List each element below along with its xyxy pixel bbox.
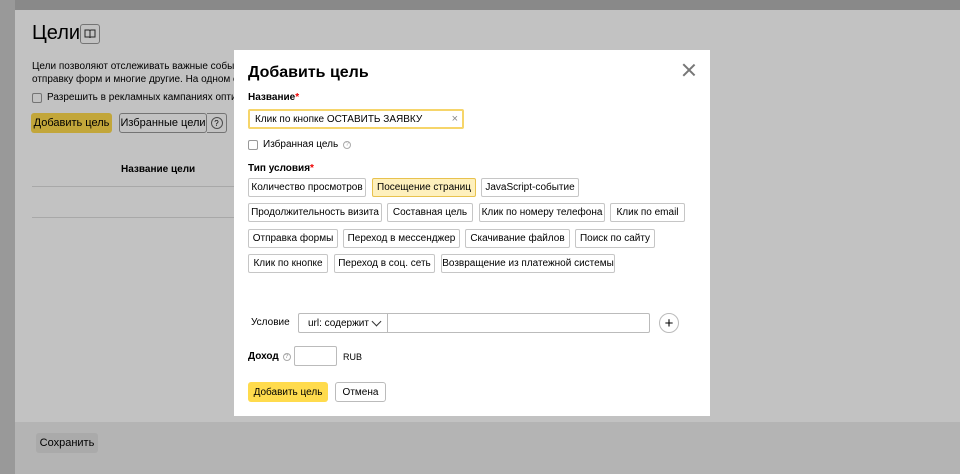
condition-type-chip[interactable]: Клик по кнопке bbox=[248, 254, 328, 273]
condition-type-chip[interactable]: Отправка формы bbox=[248, 229, 338, 248]
condition-type-chip[interactable]: Переход в мессенджер bbox=[343, 229, 460, 248]
info-icon[interactable]: ? bbox=[282, 352, 291, 361]
condition-type-chip[interactable]: Поиск по сайту bbox=[575, 229, 655, 248]
condition-type-chip[interactable]: Продолжительность визита bbox=[248, 203, 382, 222]
condition-type-chip[interactable]: Переход в соц. сеть bbox=[334, 254, 435, 273]
income-input[interactable] bbox=[294, 346, 337, 366]
condition-type-chip[interactable]: Составная цель bbox=[387, 203, 473, 222]
condition-type-label-text: Тип условия bbox=[248, 163, 311, 174]
info-icon[interactable]: ? bbox=[343, 140, 352, 149]
condition-type-chip[interactable]: JavaScript-событие bbox=[481, 178, 579, 197]
condition-type-chip[interactable]: Возвращение из платежной системы bbox=[441, 254, 615, 273]
currency-label: RUB bbox=[343, 352, 363, 362]
favorite-goal-checkbox[interactable] bbox=[248, 139, 258, 150]
close-icon[interactable] bbox=[682, 63, 696, 77]
condition-type-chip[interactable]: Посещение страниц bbox=[372, 178, 476, 197]
condition-value-input[interactable] bbox=[387, 313, 650, 333]
favorite-goal-row[interactable]: Избранная цель ? bbox=[248, 139, 352, 150]
goal-name-value: Клик по кнопке ОСТАВИТЬ ЗАЯВКУ bbox=[255, 113, 423, 125]
condition-operator-select[interactable]: url: содержит bbox=[298, 313, 388, 333]
income-label: Доход bbox=[248, 351, 279, 362]
add-condition-button[interactable]: + bbox=[659, 313, 679, 333]
condition-type-chip[interactable]: Скачивание файлов bbox=[465, 229, 570, 248]
name-label: Название* bbox=[248, 92, 299, 103]
condition-type-label: Тип условия* bbox=[248, 163, 314, 174]
chevron-down-icon bbox=[371, 316, 382, 327]
modal-title: Добавить цель bbox=[248, 64, 369, 81]
name-label-text: Название bbox=[248, 92, 296, 103]
goal-name-input[interactable]: Клик по кнопке ОСТАВИТЬ ЗАЯВКУ × bbox=[248, 109, 464, 129]
condition-type-chip[interactable]: Клик по номеру телефона bbox=[479, 203, 605, 222]
add-goal-modal: Добавить цель Название* Клик по кнопке О… bbox=[234, 50, 710, 416]
income-label-row: Доход ? bbox=[248, 351, 291, 362]
required-mark: * bbox=[295, 92, 300, 103]
condition-type-chip[interactable]: Клик по email bbox=[610, 203, 685, 222]
condition-type-chip[interactable]: Количество просмотров bbox=[248, 178, 366, 197]
condition-label: Условие bbox=[251, 317, 290, 328]
cancel-button[interactable]: Отмена bbox=[335, 382, 386, 402]
required-mark: * bbox=[310, 163, 314, 174]
submit-add-goal-button[interactable]: Добавить цель bbox=[248, 382, 328, 402]
condition-operator-value: url: содержит bbox=[308, 317, 369, 329]
clear-input-icon[interactable]: × bbox=[452, 114, 458, 125]
favorite-goal-label: Избранная цель bbox=[263, 139, 339, 150]
